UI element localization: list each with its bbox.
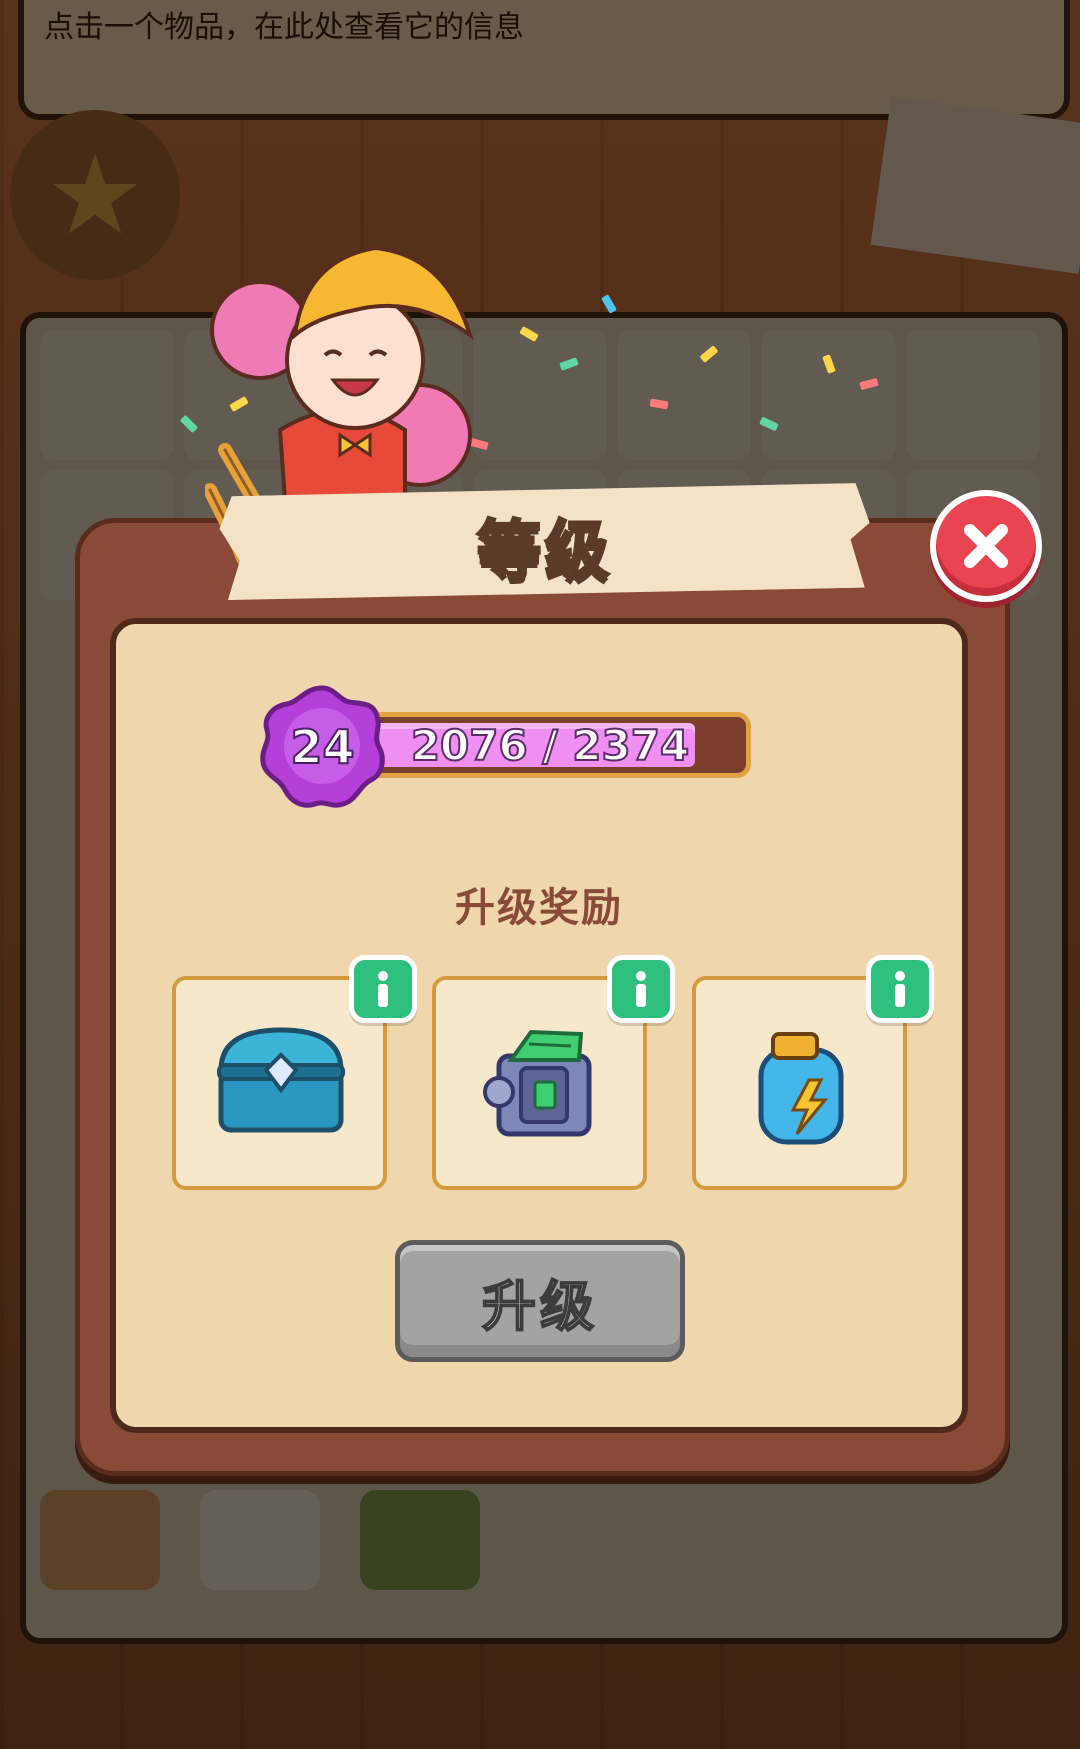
reward-info-button[interactable] <box>866 955 934 1023</box>
reward-info-button[interactable] <box>607 955 675 1023</box>
dialog-title: 等级 <box>476 514 613 591</box>
energy-jar-icon <box>758 1032 844 1145</box>
info-icon <box>895 971 905 1007</box>
info-icon <box>378 971 388 1007</box>
reward-info-button[interactable] <box>349 955 417 1023</box>
close-button[interactable] <box>930 490 1042 602</box>
xp-progress-text: 2076 / 2374 <box>410 720 690 771</box>
close-icon <box>964 524 1008 568</box>
money-safe-icon <box>483 1029 592 1137</box>
rewards-title: 升级奖励 <box>455 885 623 931</box>
info-icon <box>636 971 646 1007</box>
level-number: 24 <box>289 719 355 775</box>
treasure-chest-icon <box>217 1027 345 1133</box>
upgrade-button[interactable]: 升级 <box>395 1240 685 1362</box>
